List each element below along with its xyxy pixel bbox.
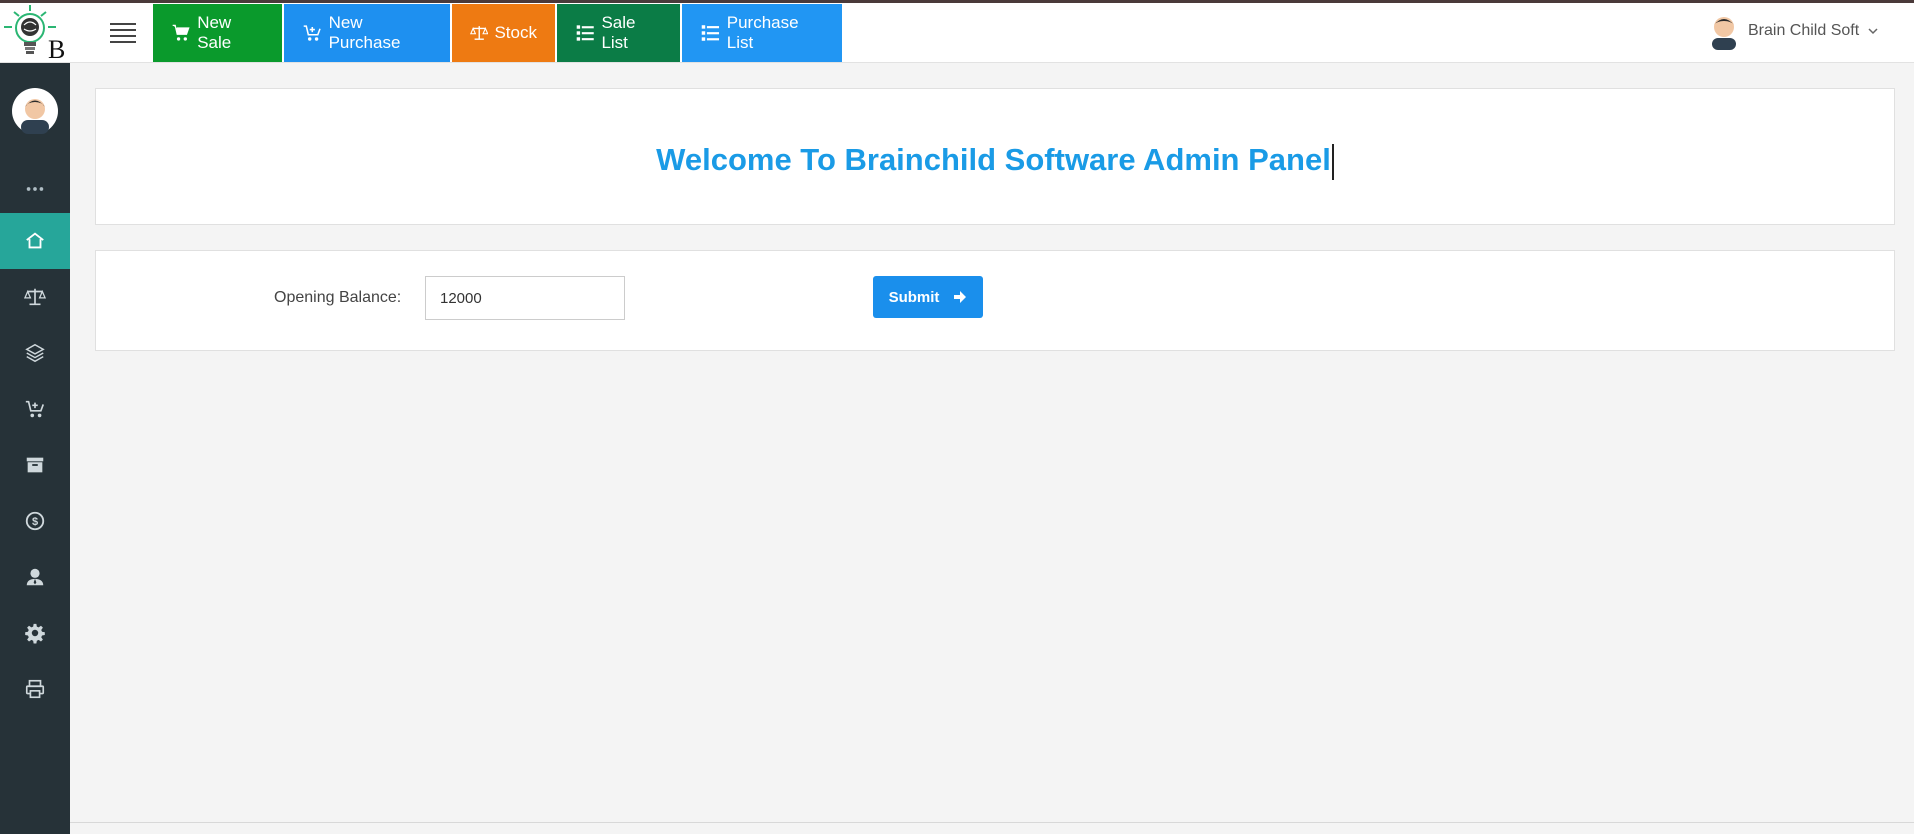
sidebar-item-accounts[interactable]: $: [0, 493, 70, 549]
sale-list-label: Sale List: [601, 13, 636, 52]
stock-button[interactable]: Stock: [452, 4, 555, 62]
opening-balance-label: Opening Balance:: [274, 289, 402, 306]
archive-icon: [26, 457, 44, 473]
brand-logo[interactable]: B: [0, 3, 70, 64]
welcome-heading: Welcome To Brainchild Software Admin Pan…: [96, 142, 1894, 180]
new-sale-button[interactable]: New Sale: [153, 4, 282, 62]
cart-plus-icon: [303, 25, 321, 41]
new-sale-label: New Sale: [197, 13, 232, 52]
gear-icon: [25, 623, 45, 644]
opening-balance-panel: Opening Balance: Submit: [95, 250, 1895, 351]
welcome-panel: Welcome To Brainchild Software Admin Pan…: [95, 88, 1895, 225]
footer-divider: [70, 822, 1914, 823]
purchase-list-label: Purchase List: [726, 13, 799, 52]
home-icon: [26, 232, 44, 249]
purchase-list-button[interactable]: Purchase List: [682, 4, 842, 62]
cart-icon: [172, 24, 190, 41]
list-icon: [701, 25, 720, 41]
new-purchase-label: New Purchase: [328, 13, 401, 52]
new-purchase-button[interactable]: New Purchase: [284, 4, 450, 62]
sidebar-item-stock[interactable]: [0, 269, 70, 325]
svg-text:$: $: [32, 516, 38, 528]
dollar-circle-icon: $: [25, 511, 45, 531]
sidebar-item-home[interactable]: [0, 213, 70, 269]
user-name: Brain Child Soft: [1748, 22, 1860, 39]
user-tie-icon: [26, 568, 44, 586]
user-avatar: [1712, 17, 1736, 50]
sidebar-item-users[interactable]: [0, 549, 70, 605]
sidebar-item-layers[interactable]: [0, 325, 70, 381]
sidebar-item-print[interactable]: [0, 661, 70, 717]
sidebar-item-more[interactable]: [0, 161, 70, 217]
list-icon: [576, 25, 594, 41]
arrow-right-icon: [954, 291, 967, 303]
opening-balance-input[interactable]: [425, 276, 625, 320]
layers-icon: [25, 343, 45, 363]
sale-list-button[interactable]: Sale List: [557, 4, 680, 62]
submit-button[interactable]: Submit: [873, 276, 983, 318]
svg-text:B: B: [48, 35, 65, 63]
stock-label: Stock: [494, 23, 537, 42]
top-navbar: B New Sale New Purchase Stock Sale List …: [0, 3, 1914, 64]
menu-toggle-icon[interactable]: [110, 23, 136, 43]
balance-scale-icon: [470, 26, 489, 40]
submit-label: Submit: [888, 288, 940, 306]
user-menu[interactable]: Brain Child Soft: [1708, 9, 1879, 53]
sidebar-avatar[interactable]: [12, 88, 58, 134]
sidebar-item-purchase[interactable]: [0, 381, 70, 437]
sidebar-item-settings[interactable]: [0, 605, 70, 661]
sidebar: $: [0, 63, 70, 834]
printer-icon: [25, 679, 45, 699]
sidebar-item-archive[interactable]: [0, 437, 70, 493]
welcome-title: Welcome To Brainchild Software Admin Pan…: [656, 142, 1331, 177]
chevron-down-icon: [1868, 28, 1878, 35]
text-cursor: [1331, 143, 1334, 180]
balance-scale-icon: [24, 288, 46, 306]
cart-plus-icon: [25, 400, 45, 418]
more-dots-icon: [26, 187, 44, 191]
